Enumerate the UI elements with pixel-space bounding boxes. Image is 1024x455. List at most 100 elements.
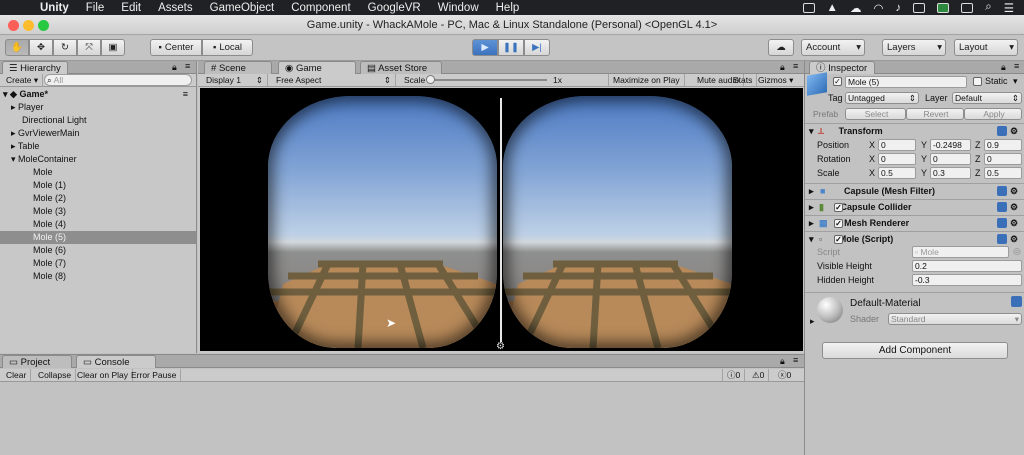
gear-icon[interactable]: ⚙ (1010, 232, 1018, 247)
error-filter-toggle[interactable]: ⓧ0 (774, 369, 795, 381)
drive-icon[interactable]: ▲ (827, 2, 838, 14)
flag-icon[interactable] (937, 2, 950, 13)
move-tool-button[interactable]: ✥ (29, 39, 53, 56)
position-z-input[interactable]: 0.9 (984, 139, 1022, 151)
hierarchy-item-molecontainer[interactable]: ▾ MoleContainer (0, 153, 196, 166)
hierarchy-item-mole-8[interactable]: Mole (8) (0, 270, 196, 283)
hierarchy-item-gvrviewermain[interactable]: ▸ GvrViewerMain (0, 127, 196, 140)
gizmos-dropdown[interactable]: Gizmos ▾ (754, 74, 797, 86)
panel-menu-icon[interactable]: ≡ (793, 61, 798, 71)
zoom-window-button[interactable] (38, 20, 49, 31)
hierarchy-item-mole-7[interactable]: Mole (7) (0, 257, 196, 270)
help-book-icon[interactable] (997, 234, 1007, 244)
component-mole-script[interactable]: ▾ ▫ ✓ Mole (Script) ⚙ (805, 232, 1024, 247)
tab-project[interactable]: ▭ Project (2, 355, 72, 368)
hierarchy-item-mole-5[interactable]: Mole (5) (0, 231, 196, 244)
tab-inspector[interactable]: ⓘ Inspector (809, 61, 875, 74)
hierarchy-item-mole-1[interactable]: Mole (1) (0, 179, 196, 192)
tab-hierarchy[interactable]: ☰ Hierarchy (2, 61, 68, 74)
help-book-icon[interactable] (997, 186, 1007, 196)
menu-component[interactable]: Component (291, 2, 350, 14)
position-x-input[interactable]: 0 (878, 139, 916, 151)
tab-game[interactable]: ◉ Game (278, 61, 356, 74)
prefab-revert-button[interactable]: Revert (906, 108, 964, 120)
hierarchy-item-table[interactable]: ▸ Table (0, 140, 196, 153)
aspect-dropdown[interactable]: Free Aspect ⇕ (272, 74, 396, 86)
search-icon[interactable]: ⌕ (985, 1, 991, 14)
vr-settings-gear-icon[interactable]: ⚙ (496, 341, 505, 351)
cloud-icon[interactable]: ☁ (850, 1, 862, 15)
menu-window[interactable]: Window (438, 2, 479, 14)
info-filter-toggle[interactable]: ⓘ0 (722, 369, 746, 381)
clear-on-play-toggle[interactable]: Clear on Play (73, 369, 134, 381)
lock-icon[interactable]: 🔒︎ (780, 356, 785, 367)
gear-icon[interactable]: ⚙ (1010, 216, 1018, 231)
visible-height-input[interactable]: 0.2 (912, 260, 1022, 272)
panel-menu-icon[interactable]: ≡ (1014, 61, 1019, 71)
prefab-apply-button[interactable]: Apply (964, 108, 1022, 120)
hand-tool-button[interactable]: ✋ (5, 39, 29, 56)
pause-button[interactable]: ❚❚ (498, 39, 524, 56)
cloud-button[interactable]: ☁ (768, 39, 794, 56)
help-book-icon[interactable] (997, 218, 1007, 228)
step-button[interactable]: ▶| (524, 39, 550, 56)
active-checkbox[interactable]: ✓ (833, 77, 842, 86)
component-capsule-collider[interactable]: ▸ ▮ ✓ Capsule Collider ⚙ (805, 200, 1024, 215)
create-dropdown[interactable]: Create ▾ (2, 74, 44, 86)
hidden-height-input[interactable]: -0.3 (912, 274, 1022, 286)
warning-filter-toggle[interactable]: ⚠0 (748, 369, 770, 381)
clear-button[interactable]: Clear (2, 369, 32, 381)
menu-gameobject[interactable]: GameObject (210, 2, 275, 14)
scale-y-input[interactable]: 0.3 (930, 167, 971, 179)
layout-dropdown[interactable]: Layout ▾ (954, 39, 1018, 56)
object-name-input[interactable]: Mole (5) (845, 76, 967, 88)
menu-assets[interactable]: Assets (158, 2, 193, 14)
rotate-tool-button[interactable]: ↻ (53, 39, 77, 56)
tab-scene[interactable]: # Scene (204, 61, 272, 74)
rotation-z-input[interactable]: 0 (984, 153, 1022, 165)
minimize-window-button[interactable] (23, 20, 34, 31)
menu-googlevr[interactable]: GoogleVR (368, 2, 421, 14)
panel-menu-icon[interactable]: ≡ (185, 61, 190, 71)
scale-z-input[interactable]: 0.5 (984, 167, 1022, 179)
game-viewport[interactable]: ⚙ ➤ (200, 88, 803, 351)
wifi-icon[interactable]: ◠ (873, 1, 883, 15)
hierarchy-search-input[interactable]: ⌕ All (44, 74, 192, 86)
hierarchy-item-mole[interactable]: Mole (0, 166, 196, 179)
display-icon[interactable] (961, 2, 974, 13)
shader-dropdown[interactable]: Standard ▾ (888, 313, 1022, 325)
menu-app[interactable]: Unity (40, 2, 69, 14)
prefab-select-button[interactable]: Select (845, 108, 906, 120)
script-enabled-checkbox[interactable]: ✓ (834, 235, 843, 244)
hierarchy-item-mole-6[interactable]: Mole (6) (0, 244, 196, 257)
tab-asset-store[interactable]: ▤ Asset Store (360, 61, 442, 74)
menu-file[interactable]: File (86, 2, 105, 14)
tag-dropdown[interactable]: Untagged ⇕ (845, 92, 919, 104)
rotation-y-input[interactable]: 0 (930, 153, 971, 165)
menu-help[interactable]: Help (496, 2, 520, 14)
chevron-right-icon[interactable]: ▸ (810, 316, 815, 327)
help-book-icon[interactable] (997, 202, 1007, 212)
target-icon[interactable]: ◎ (1013, 246, 1021, 257)
rect-tool-button[interactable]: ▣ (101, 39, 125, 56)
gear-icon[interactable]: ⚙ (1010, 184, 1018, 199)
scale-slider-track[interactable] (429, 79, 547, 81)
volume-icon[interactable]: ♪ (895, 2, 901, 14)
hierarchy-item-mole-2[interactable]: Mole (2) (0, 192, 196, 205)
layers-dropdown[interactable]: Layers ▾ (882, 39, 946, 56)
error-pause-toggle[interactable]: Error Pause (127, 369, 182, 381)
static-dropdown-icon[interactable]: ▾ (1013, 76, 1018, 87)
battery-icon[interactable] (913, 2, 926, 13)
hierarchy-item-mole-4[interactable]: Mole (4) (0, 218, 196, 231)
display-dropdown[interactable]: Display 1 ⇕ (202, 74, 268, 86)
collapse-toggle[interactable]: Collapse (34, 369, 77, 381)
static-checkbox[interactable] (973, 77, 982, 86)
pivot-center-button[interactable]: ▪ Center (150, 39, 202, 56)
close-window-button[interactable] (8, 20, 19, 31)
scale-slider-thumb[interactable] (426, 75, 435, 84)
maximize-on-play-toggle[interactable]: Maximize on Play (608, 74, 685, 86)
layer-dropdown[interactable]: Default ⇕ (952, 92, 1022, 104)
screen-record-icon[interactable] (802, 2, 815, 13)
tab-console[interactable]: ▭ Console (76, 355, 156, 368)
panel-menu-icon[interactable]: ≡ (793, 355, 798, 365)
